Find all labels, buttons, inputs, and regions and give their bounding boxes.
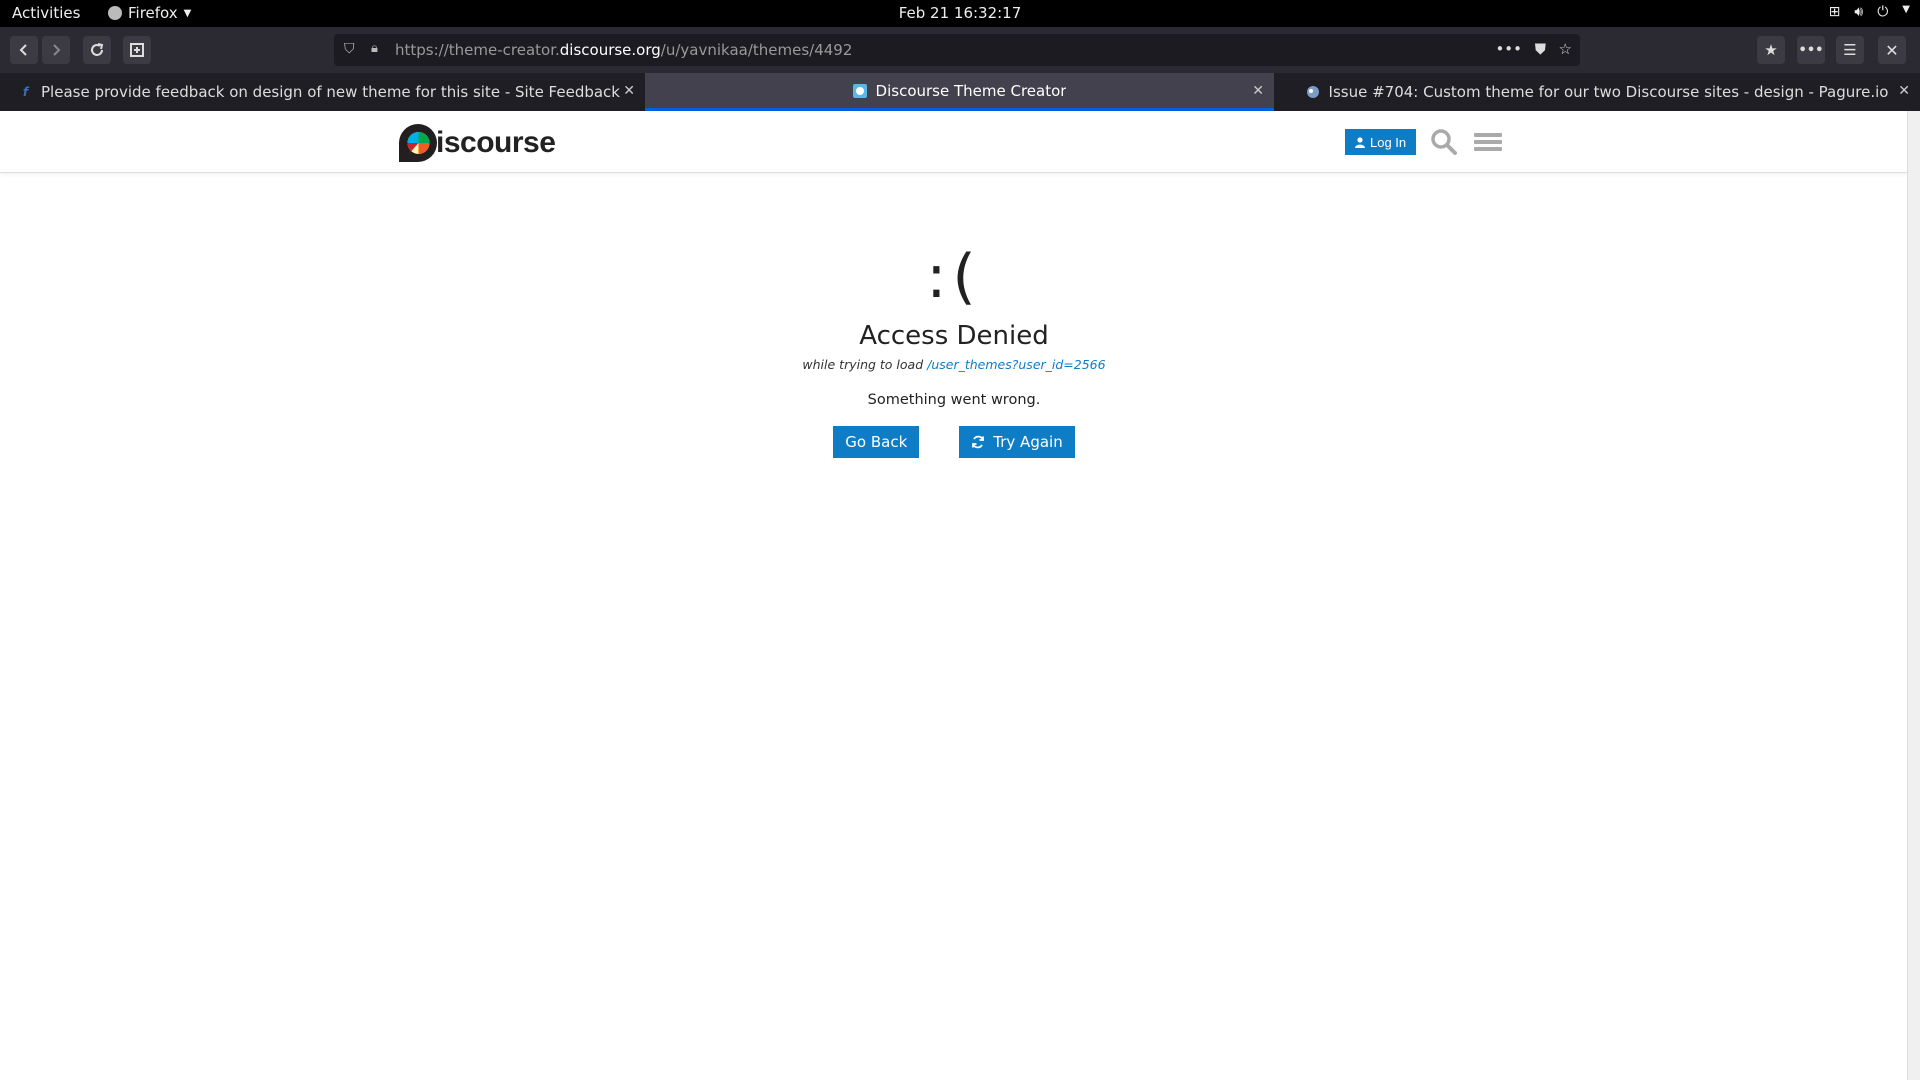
forward-button[interactable] xyxy=(42,36,70,64)
login-button[interactable]: Log In xyxy=(1345,129,1417,155)
ellipsis-icon: ••• xyxy=(1798,42,1824,58)
system-top-bar: Activities Firefox ▼ Feb 21 16:32:17 ⊞ 🔊… xyxy=(0,0,1920,27)
page-scrollbar[interactable] xyxy=(1907,111,1920,1080)
tab-discourse-theme-creator[interactable]: Discourse Theme Creator ✕ xyxy=(645,73,1274,111)
network-icon: ⊞ xyxy=(1828,4,1841,20)
tab-title: Discourse Theme Creator xyxy=(875,81,1067,100)
hamburger-menu-button[interactable]: ☰ xyxy=(1836,36,1864,64)
tab-close-icon[interactable]: ✕ xyxy=(623,83,635,99)
hamburger-button[interactable] xyxy=(1474,129,1502,157)
url-text[interactable]: https://theme-creator.discourse.org/u/ya… xyxy=(395,41,852,59)
url-path: /u/yavnikaa/themes/4492 xyxy=(660,41,853,59)
tab-ask-fedora[interactable]: f Please provide feedback on design of n… xyxy=(0,73,645,111)
tab-strip: f Please provide feedback on design of n… xyxy=(0,73,1920,111)
menu-icon: ☰ xyxy=(1843,41,1857,59)
search-button[interactable] xyxy=(1430,128,1460,158)
address-bar[interactable]: ⛉ 🔒︎ https://theme-creator.discourse.org… xyxy=(334,34,1580,66)
menu-bar xyxy=(1474,133,1502,137)
error-page: :( Access Denied while trying to load /u… xyxy=(0,241,1908,458)
caret-down-icon: ▼ xyxy=(1902,4,1910,15)
try-again-label: Try Again xyxy=(993,433,1063,451)
try-again-button[interactable]: Try Again xyxy=(959,426,1075,458)
tab-title: Please provide feedback on design of new… xyxy=(41,83,621,101)
reload-icon xyxy=(91,43,104,56)
reload-button[interactable] xyxy=(83,36,111,64)
bookmark-star-icon[interactable]: ☆ xyxy=(1559,40,1572,58)
user-icon xyxy=(1355,136,1365,148)
error-actions: Go Back Try Again xyxy=(0,426,1908,458)
fedora-icon: f xyxy=(22,85,29,99)
discourse-logo-icon xyxy=(399,124,437,162)
screenshot-button[interactable] xyxy=(123,36,151,64)
close-icon: ✕ xyxy=(1885,40,1899,60)
lock-icon[interactable]: 🔒︎ xyxy=(371,41,378,56)
go-back-label: Go Back xyxy=(845,433,908,451)
sad-face: :( xyxy=(926,242,982,312)
search-icon xyxy=(1431,129,1457,155)
page-content: iscourse Log In :( Access Denied while t… xyxy=(0,111,1908,1080)
logo-wordmark: iscourse xyxy=(436,126,556,159)
shield-icon[interactable]: ⛉ xyxy=(344,41,355,57)
bookmarks-button[interactable]: ★ xyxy=(1757,36,1785,64)
pocket-icon[interactable]: ⛊ xyxy=(1535,40,1546,58)
more-actions-icon[interactable]: ••• xyxy=(1495,40,1522,58)
clock[interactable]: Feb 21 16:32:17 xyxy=(0,4,1920,22)
tab-title: Issue #704: Custom theme for our two Dis… xyxy=(1328,83,1889,101)
error-detail-prefix: while trying to load xyxy=(802,357,924,372)
error-message: Something went wrong. xyxy=(867,392,1041,408)
system-tray[interactable]: ⊞ 🔊︎ ⏻ ▼ xyxy=(1829,4,1910,20)
url-prefix: https://theme-creator. xyxy=(395,41,560,59)
menu-bar xyxy=(1474,140,1502,144)
arrow-left-icon xyxy=(19,44,27,56)
volume-icon: 🔊︎ xyxy=(1854,4,1864,20)
go-back-button[interactable]: Go Back xyxy=(833,426,920,458)
pagure-icon xyxy=(1306,85,1321,100)
back-button[interactable] xyxy=(10,36,38,64)
error-detail: while trying to load /user_themes?user_i… xyxy=(0,357,1908,372)
login-label: Log In xyxy=(1370,134,1407,150)
tab-close-icon[interactable]: ✕ xyxy=(1898,83,1910,99)
tab-close-icon[interactable]: ✕ xyxy=(1252,83,1264,99)
browser-toolbar: ⛉ 🔒︎ https://theme-creator.discourse.org… xyxy=(0,27,1920,73)
url-domain: discourse.org xyxy=(559,41,661,59)
error-title: Access Denied xyxy=(859,321,1049,351)
discourse-icon xyxy=(853,83,868,98)
discourse-logo[interactable]: iscourse xyxy=(398,122,556,164)
site-header: iscourse Log In xyxy=(0,111,1908,173)
menu-bar xyxy=(1474,147,1502,151)
power-icon: ⏻ xyxy=(1877,4,1889,20)
tab-pagure-issue[interactable]: Issue #704: Custom theme for our two Dis… xyxy=(1274,73,1920,111)
error-path-link[interactable]: /user_themes?user_id=2566 xyxy=(927,357,1105,372)
window-close-button[interactable]: ✕ xyxy=(1878,36,1906,64)
arrow-right-icon xyxy=(53,44,61,56)
overflow-menu-button[interactable]: ••• xyxy=(1797,36,1825,64)
sync-icon xyxy=(972,435,985,449)
star-icon: ★ xyxy=(1764,41,1778,59)
screenshot-icon xyxy=(130,43,144,57)
